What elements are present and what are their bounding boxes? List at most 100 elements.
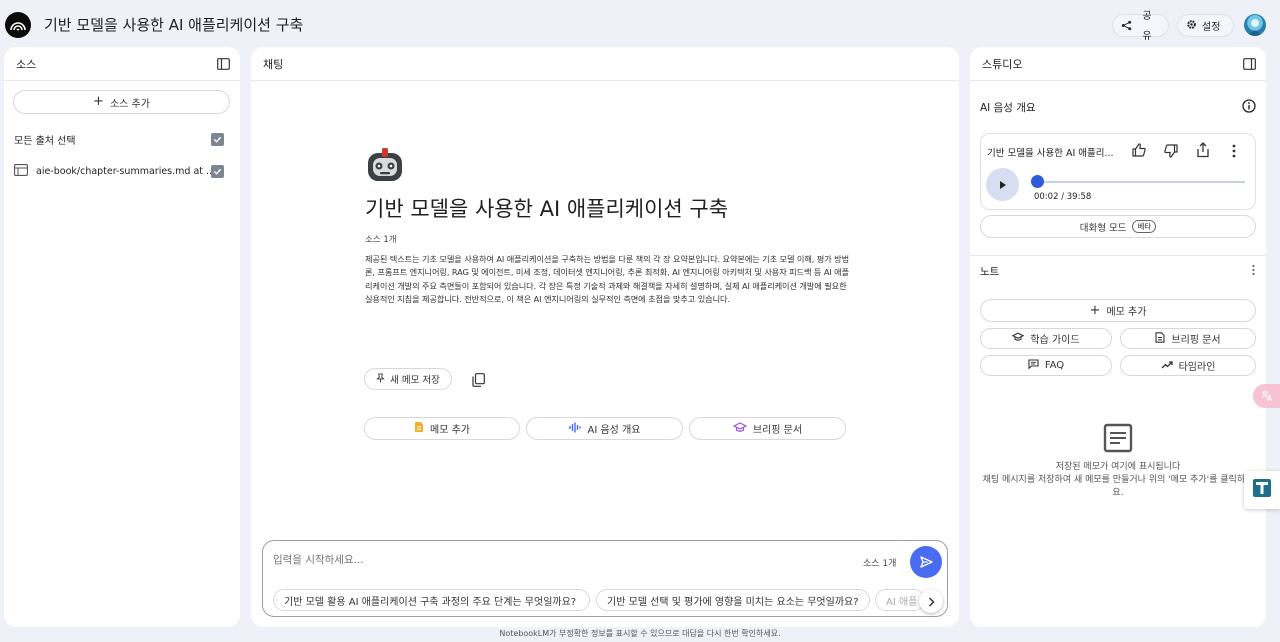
footer-disclaimer: NotebookLM가 부정확한 정보를 표시할 수 있으므로 대답을 다시 한… <box>499 629 781 638</box>
chevron-right-icon <box>928 592 935 611</box>
plus-icon: + <box>1089 302 1101 318</box>
select-all-row: 모든 출처 선택 <box>14 131 224 147</box>
chat-input-area: 소스 1개 기반 모델 활용 AI 애플리케이션 구축 과정의 주요 단계는 무… <box>262 540 948 617</box>
add-note-button[interactable]: + 메모 추가 <box>980 299 1256 322</box>
share-up-icon[interactable] <box>1196 142 1210 162</box>
notebook-overview: 기반 모델을 사용한 AI 애플리케이션 구축 소스 1개 제공된 텍스트는 기… <box>365 145 855 307</box>
waveform-icon <box>568 422 582 436</box>
thumbs-up-icon[interactable] <box>1131 142 1147 162</box>
copy-icon[interactable] <box>472 372 485 391</box>
select-all-label: 모든 출처 선택 <box>14 135 76 147</box>
robot-icon <box>365 145 405 185</box>
send-button[interactable] <box>910 546 942 578</box>
translate-icon <box>1261 387 1273 406</box>
article-icon <box>1155 331 1165 346</box>
audio-progress-knob[interactable] <box>1031 175 1045 188</box>
side-widget[interactable] <box>1244 471 1280 509</box>
briefing-doc-button[interactable]: 브리핑 문서 <box>1120 328 1256 349</box>
notes-empty-state: 저장된 메모가 여기에 표시됩니다 채팅 메시지를 저장하여 새 메모를 만들거… <box>970 423 1266 500</box>
briefing-doc-action-label: 브리핑 문서 <box>752 425 803 436</box>
sources-title: 소스 <box>16 57 37 71</box>
audio-overview-title: AI 음성 개요 <box>980 102 1036 114</box>
source-count: 소스 1개 <box>365 235 397 245</box>
add-note-label: 메모 추가 <box>1106 307 1147 318</box>
share-icon <box>1121 16 1132 35</box>
suggestion-chip[interactable]: 기반 모델 활용 AI 애플리케이션 구축 과정의 주요 단계는 무엇일까요? <box>273 589 590 611</box>
audio-overview-action-label: AI 음성 개요 <box>587 425 641 436</box>
panel-toggle-icon[interactable] <box>214 55 232 73</box>
translate-widget[interactable] <box>1253 384 1280 408</box>
suggestion-text: 기반 모델 활용 AI 애플리케이션 구축 과정의 주요 단계는 무엇일까요? <box>284 596 577 608</box>
audio-overview-action-button[interactable]: AI 음성 개요 <box>526 417 683 440</box>
study-guide-button[interactable]: 학습 가이드 <box>980 328 1112 349</box>
audio-title: 기반 모델을 사용한 AI 애플리... <box>987 148 1114 159</box>
add-note-action-label: 메모 추가 <box>430 425 470 436</box>
share-label: 공유 <box>1142 11 1152 42</box>
interactive-mode-button[interactable]: 대화형 모드 베타 <box>980 215 1256 238</box>
gear-icon <box>1186 19 1197 33</box>
more-vert-icon[interactable] <box>1251 264 1256 279</box>
faq-button[interactable]: FAQ <box>980 355 1112 376</box>
select-all-checkbox[interactable] <box>211 132 224 146</box>
document-icon <box>1103 423 1133 457</box>
add-source-label: 소스 추가 <box>109 98 150 110</box>
interactive-mode-label: 대화형 모드 <box>1079 222 1127 234</box>
avatar[interactable] <box>1244 14 1266 36</box>
briefing-doc-action-button[interactable]: 브리핑 문서 <box>689 417 846 440</box>
chat-title: 채팅 <box>263 57 284 71</box>
study-guide-label: 학습 가이드 <box>1030 335 1080 346</box>
graduation-cap-icon <box>1012 332 1025 345</box>
sources-panel: 소스 + 소스 추가 모든 출처 선택 aie-book/chapter-sum… <box>4 47 240 627</box>
add-note-action-button[interactable]: 메모 추가 <box>364 417 520 440</box>
widget-icon <box>1253 479 1271 501</box>
save-note-button[interactable]: 새 메모 저장 <box>364 368 452 390</box>
notebook-heading: 기반 모델을 사용한 AI 애플리케이션 구축 <box>365 197 729 221</box>
trending-icon <box>1161 360 1173 372</box>
audio-progress-track[interactable] <box>1031 175 1245 188</box>
more-vert-icon[interactable] <box>1231 143 1237 162</box>
graduation-cap-icon <box>732 421 748 436</box>
add-source-button[interactable]: + 소스 추가 <box>13 90 230 114</box>
timeline-button[interactable]: 타임라인 <box>1120 355 1256 376</box>
source-item-name: aie-book/chapter-summaries.md at ... <box>36 165 211 177</box>
panel-toggle-icon[interactable] <box>1240 55 1258 73</box>
chat-header: 채팅 <box>251 47 959 81</box>
top-bar: 기반 모델을 사용한 AI 애플리케이션 구축 공유 설정 <box>0 0 1280 46</box>
beta-badge: 베타 <box>1132 220 1157 233</box>
sources-header: 소스 <box>4 47 240 81</box>
info-icon[interactable] <box>1242 99 1256 116</box>
empty-desc: 채팅 메시지를 저장하여 새 메모를 만들거나 위의 '메모 추가'를 클릭하세… <box>982 475 1254 498</box>
audio-player-card: 기반 모델을 사용한 AI 애플리... 00:02 / 39:58 <box>980 133 1256 210</box>
note-chat-icon <box>1028 359 1039 372</box>
studio-title: 스튜디오 <box>982 57 1023 71</box>
timeline-label: 타임라인 <box>1178 362 1216 373</box>
pin-icon <box>376 373 385 386</box>
notebooklm-logo-icon[interactable] <box>5 12 31 38</box>
play-icon <box>999 175 1007 194</box>
suggestion-chip[interactable]: 기반 모델 선택 및 평가에 영향을 미치는 요소는 무엇일까요? <box>596 589 870 611</box>
suggestion-text: AI 애플 <box>886 596 918 608</box>
send-icon <box>919 553 933 572</box>
studio-divider <box>970 255 1266 256</box>
notes-header: 노트 <box>980 264 1256 279</box>
source-item-checkbox[interactable] <box>211 164 224 178</box>
input-source-count: 소스 1개 <box>863 559 897 569</box>
faq-label: FAQ <box>1044 360 1065 371</box>
studio-header: 스튜디오 <box>970 47 1266 81</box>
share-button[interactable]: 공유 <box>1112 11 1169 42</box>
notebook-title[interactable]: 기반 모델을 사용한 AI 애플리케이션 구축 <box>44 14 303 35</box>
save-note-label: 새 메모 저장 <box>390 375 440 386</box>
suggestion-chip[interactable]: AI 애플 <box>875 589 925 611</box>
audio-overview-title-row: AI 음성 개요 <box>980 99 1256 116</box>
studio-panel: 스튜디오 AI 음성 개요 기반 모델을 사용한 AI 애플리... 00:02… <box>970 47 1266 627</box>
source-item[interactable]: aie-book/chapter-summaries.md at ... <box>14 163 224 179</box>
suggestion-text: 기반 모델 선택 및 평가에 영향을 미치는 요소는 무엇일까요? <box>607 596 859 608</box>
briefing-doc-label: 브리핑 문서 <box>1171 335 1221 346</box>
settings-button[interactable]: 설정 <box>1177 14 1234 37</box>
document-icon <box>14 163 28 179</box>
chat-input[interactable] <box>273 551 833 569</box>
audio-time: 00:02 / 39:58 <box>1034 192 1092 202</box>
suggestions-next-button[interactable] <box>919 589 943 613</box>
play-button[interactable] <box>986 168 1019 201</box>
thumbs-down-icon[interactable] <box>1163 143 1179 163</box>
